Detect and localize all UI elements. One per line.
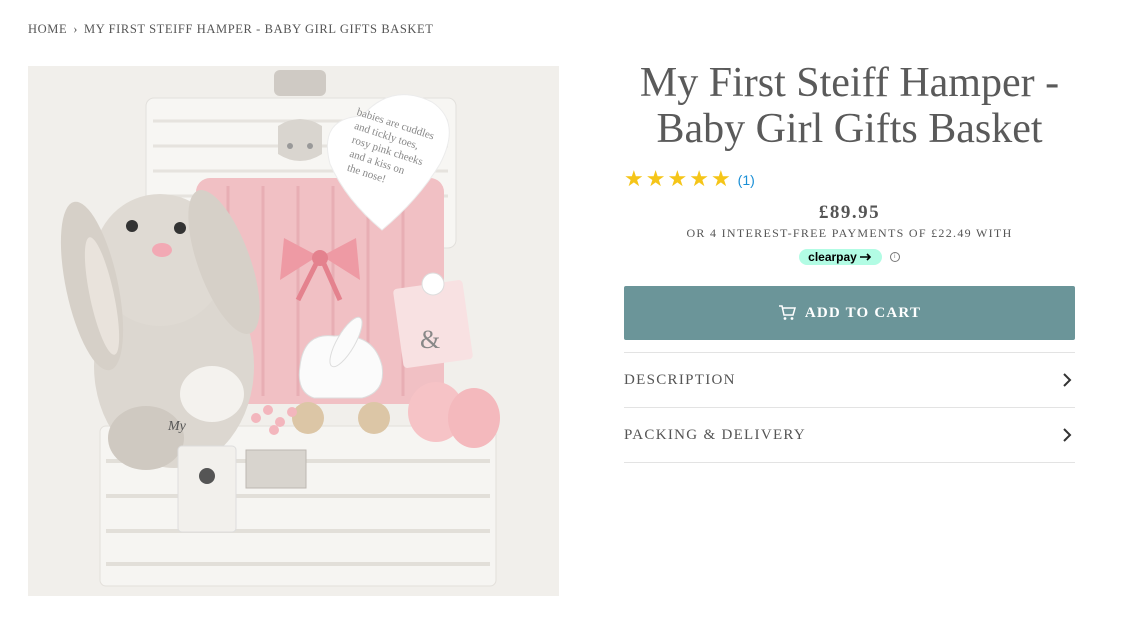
product-accordion: DESCRIPTION PACKING & DELIVERY	[624, 352, 1075, 463]
breadcrumb: HOME › MY FIRST STEIFF HAMPER - BABY GIRL …	[28, 22, 434, 37]
star-icon: ★	[689, 167, 709, 192]
rating-stars: ★ ★ ★ ★ ★	[624, 167, 731, 192]
review-count-link[interactable]: (1)	[738, 172, 755, 188]
add-to-cart-button[interactable]: ADD TO CART	[624, 286, 1075, 340]
chevron-right-icon	[1063, 373, 1072, 387]
accordion-packing-delivery[interactable]: PACKING & DELIVERY	[624, 408, 1075, 463]
star-icon: ★	[624, 167, 644, 192]
breadcrumb-separator: ›	[73, 22, 78, 36]
product-rating[interactable]: ★ ★ ★ ★ ★ (1)	[624, 167, 1075, 192]
clearpay-row: clearpay i	[624, 249, 1075, 265]
clearpay-label: clearpay	[808, 250, 857, 264]
accordion-description-label: DESCRIPTION	[624, 371, 736, 388]
chevron-right-icon	[1063, 428, 1072, 442]
accordion-packing-label: PACKING & DELIVERY	[624, 426, 807, 443]
cart-icon	[778, 305, 796, 320]
add-to-cart-label: ADD TO CART	[804, 304, 922, 321]
breadcrumb-home-link[interactable]: HOME	[28, 22, 67, 36]
product-title: My First Steiff Hamper - Baby Girl Gifts…	[624, 60, 1075, 152]
info-icon[interactable]: i	[889, 252, 900, 262]
product-price: £89.95	[818, 202, 881, 223]
star-icon: ★	[667, 167, 688, 192]
installment-text: OR 4 INTEREST-FREE PAYMENTS OF £22.49 WI…	[686, 226, 1013, 240]
svg-text:&: &	[420, 325, 440, 354]
breadcrumb-current: MY FIRST STEIFF HAMPER - BABY GIRL GIFTS…	[83, 22, 434, 36]
star-icon: ★	[645, 167, 666, 192]
product-title-line-2: Baby Girl Gifts Basket	[656, 106, 1043, 152]
product-title-line-1: My First Steiff Hamper -	[639, 60, 1060, 106]
product-image[interactable]: babies are cuddles and tickly toes, rosy…	[28, 66, 559, 596]
accordion-description[interactable]: DESCRIPTION	[624, 353, 1075, 408]
star-icon: ★	[710, 167, 731, 192]
clearpay-logo[interactable]: clearpay	[799, 249, 882, 265]
svg-text:My: My	[167, 419, 187, 434]
clearpay-arrow-icon	[859, 253, 871, 261]
product-info: My First Steiff Hamper - Baby Girl Gifts…	[624, 60, 1075, 463]
